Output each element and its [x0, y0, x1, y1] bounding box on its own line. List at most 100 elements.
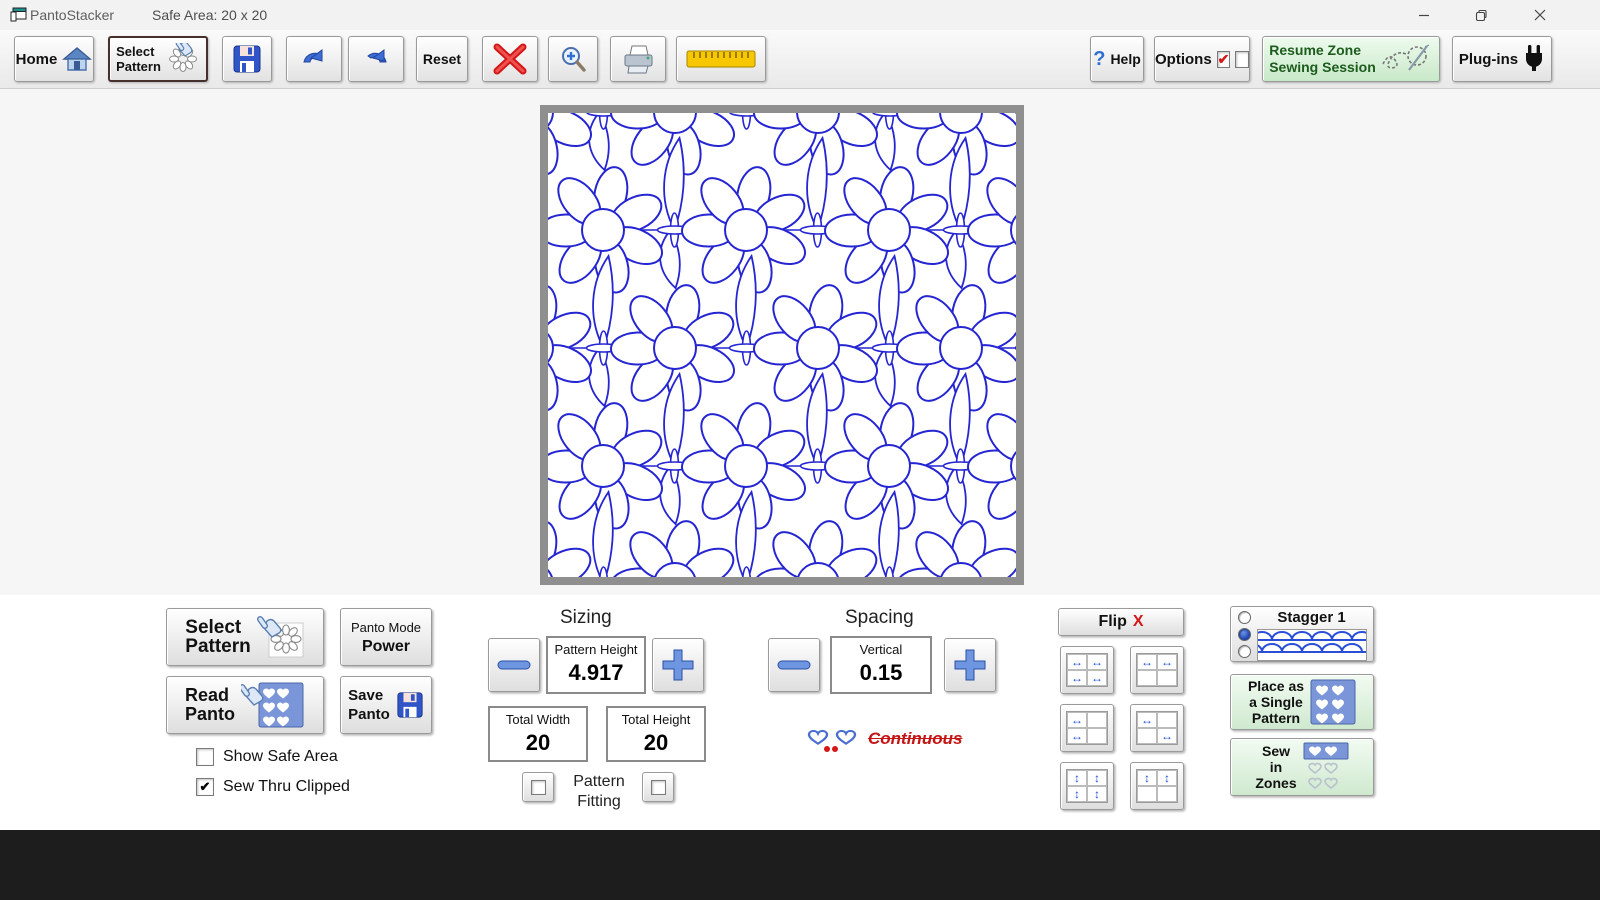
pattern-fitting-left-button[interactable]: [522, 772, 554, 802]
total-height-field[interactable]: Total Height 20: [606, 706, 706, 762]
undo-button[interactable]: [286, 36, 342, 82]
pattern-height-plus-button[interactable]: [652, 638, 704, 692]
flip-label: Flip: [1098, 613, 1127, 630]
resume-zone-label-1: Resume Zone: [1269, 42, 1362, 58]
plug-icon: [1526, 45, 1543, 71]
options-checkbox-checked[interactable]: ✔: [1216, 50, 1231, 68]
place-single-line2: a Single: [1249, 694, 1303, 710]
sew-zones-line1: Sew: [1261, 743, 1290, 759]
pattern-height-field[interactable]: Pattern Height 4.917: [546, 636, 646, 694]
sew-zones-line2: in: [1269, 759, 1283, 775]
place-single-line3: Pattern: [1251, 710, 1301, 726]
resume-zone-button[interactable]: Resume Zone Sewing Session: [1262, 36, 1440, 82]
spacing-title: Spacing: [845, 607, 914, 628]
maximize-button[interactable]: [1458, 0, 1504, 30]
flip-all-vertical-button[interactable]: ↕ ↕ ↕ ↕: [1060, 762, 1114, 810]
select-pattern-button[interactable]: Select Pattern: [166, 608, 324, 666]
show-safe-area-box[interactable]: ✔: [196, 748, 214, 766]
place-single-pattern-button[interactable]: Place as a Single Pattern: [1230, 674, 1374, 730]
delete-x-icon: [493, 43, 527, 75]
continuous-indicator[interactable]: Continuous: [800, 722, 968, 756]
options-checkbox-empty[interactable]: [1235, 50, 1249, 68]
flip-all-horizontal-button[interactable]: ↔ ↔ ↔ ↔: [1060, 646, 1114, 694]
plus-icon: [662, 649, 694, 681]
minus-icon: [497, 660, 531, 670]
vertical-spacing-field[interactable]: Vertical 0.15: [830, 636, 932, 694]
select-pattern-toolbar-button[interactable]: Select Pattern: [108, 36, 208, 82]
sew-zones-line3: Zones: [1255, 775, 1297, 791]
options-button[interactable]: Options ✔: [1154, 36, 1250, 82]
ruler-button[interactable]: [676, 36, 766, 82]
safe-area-label: Safe Area: 20 x 20: [152, 7, 268, 23]
pattern-height-value: 4.917: [568, 660, 624, 685]
pattern-fitting-right-button[interactable]: [642, 772, 674, 802]
select-pattern-label-1: Select: [116, 44, 155, 59]
stagger-label: Stagger 1: [1277, 608, 1346, 626]
plugins-button[interactable]: Plug-ins: [1452, 36, 1552, 82]
read-panto-button[interactable]: Read Panto: [166, 676, 324, 734]
show-safe-area-checkbox[interactable]: ✔ Show Safe Area: [196, 748, 338, 766]
save-panto-button[interactable]: Save Panto: [340, 676, 432, 734]
home-icon: [62, 47, 93, 71]
stagger-radio-1[interactable]: [1237, 610, 1251, 624]
main-toolbar: Home Select Pattern Reset ? Help Options…: [0, 30, 1600, 89]
redo-button[interactable]: [348, 36, 404, 82]
save-button[interactable]: [222, 36, 272, 82]
continuous-label: Continuous: [868, 729, 963, 748]
title-bar: PantoStacker Safe Area: 20 x 20: [0, 0, 1600, 30]
delete-button[interactable]: [482, 36, 538, 82]
print-button[interactable]: [610, 36, 666, 82]
sew-thru-clipped-checkbox[interactable]: ✔ Sew Thru Clipped: [196, 778, 350, 796]
flip-x-button[interactable]: Flip X: [1058, 608, 1184, 636]
read-panto-line1: Read: [184, 685, 229, 705]
home-label: Home: [15, 50, 58, 68]
stagger-radio-3[interactable]: [1237, 644, 1251, 658]
sew-thru-clipped-label: Sew Thru Clipped: [223, 778, 350, 795]
minimize-button[interactable]: [1401, 0, 1447, 30]
flip-top-row-vertical-button[interactable]: ↕ ↕: [1130, 762, 1184, 810]
panto-mode-line1: Panto Mode: [350, 620, 422, 635]
flip-diagonal-horizontal-button[interactable]: ↔ ↔: [1130, 704, 1184, 752]
home-button[interactable]: Home: [14, 36, 94, 82]
panto-mode-line2: Power: [361, 638, 410, 655]
reset-button[interactable]: Reset: [416, 36, 468, 82]
control-panel: Select Pattern Panto Mode Power Read Pan…: [0, 595, 1600, 830]
flip-top-row-horizontal-button[interactable]: ↔ ↔: [1130, 646, 1184, 694]
stagger-button[interactable]: Stagger 1: [1230, 606, 1374, 662]
zones-panto-icon: [1303, 742, 1349, 790]
close-button[interactable]: [1517, 0, 1563, 30]
app-title: PantoStacker: [30, 7, 115, 23]
vertical-spacing-minus-button[interactable]: [768, 638, 820, 692]
help-question-icon: ?: [1093, 47, 1106, 70]
show-safe-area-label: Show Safe Area: [223, 748, 338, 765]
vertical-label: Vertical: [859, 642, 903, 657]
vertical-value: 0.15: [859, 660, 903, 685]
select-pattern-line1: Select: [185, 617, 242, 638]
save-panto-line2: Panto: [348, 706, 390, 723]
pattern-height-minus-button[interactable]: [488, 638, 540, 692]
close-icon: [1534, 9, 1546, 21]
plus-icon: [954, 649, 986, 681]
stagger-radio-2[interactable]: [1237, 627, 1251, 641]
sizing-title: Sizing: [560, 607, 612, 628]
total-height-value: 20: [643, 730, 669, 755]
select-pattern-line2: Pattern: [185, 636, 251, 657]
help-button[interactable]: ? Help: [1090, 36, 1144, 82]
windows-taskbar: ▶ 1 Trending videos Avatar: Fire and...: [0, 830, 1600, 900]
place-single-line1: Place as: [1247, 678, 1305, 694]
minimize-icon: [1419, 14, 1429, 17]
redo-icon: [367, 49, 387, 63]
sew-in-zones-button[interactable]: Sew in Zones: [1230, 738, 1374, 796]
total-width-label: Total Width: [505, 712, 571, 727]
printer-icon: [624, 45, 653, 74]
select-pattern-label-2: Pattern: [116, 59, 161, 74]
options-label: Options: [1155, 50, 1212, 68]
vertical-spacing-plus-button[interactable]: [944, 638, 996, 692]
resume-zone-label-2: Sewing Session: [1269, 59, 1376, 75]
pattern-preview-canvas[interactable]: [540, 105, 1024, 585]
flip-left-column-horizontal-button[interactable]: ↔ ↔: [1060, 704, 1114, 752]
zoom-button[interactable]: [548, 36, 598, 82]
sew-thru-clipped-box[interactable]: ✔: [196, 778, 214, 796]
panto-mode-button[interactable]: Panto Mode Power: [340, 608, 432, 666]
total-width-field[interactable]: Total Width 20: [488, 706, 588, 762]
